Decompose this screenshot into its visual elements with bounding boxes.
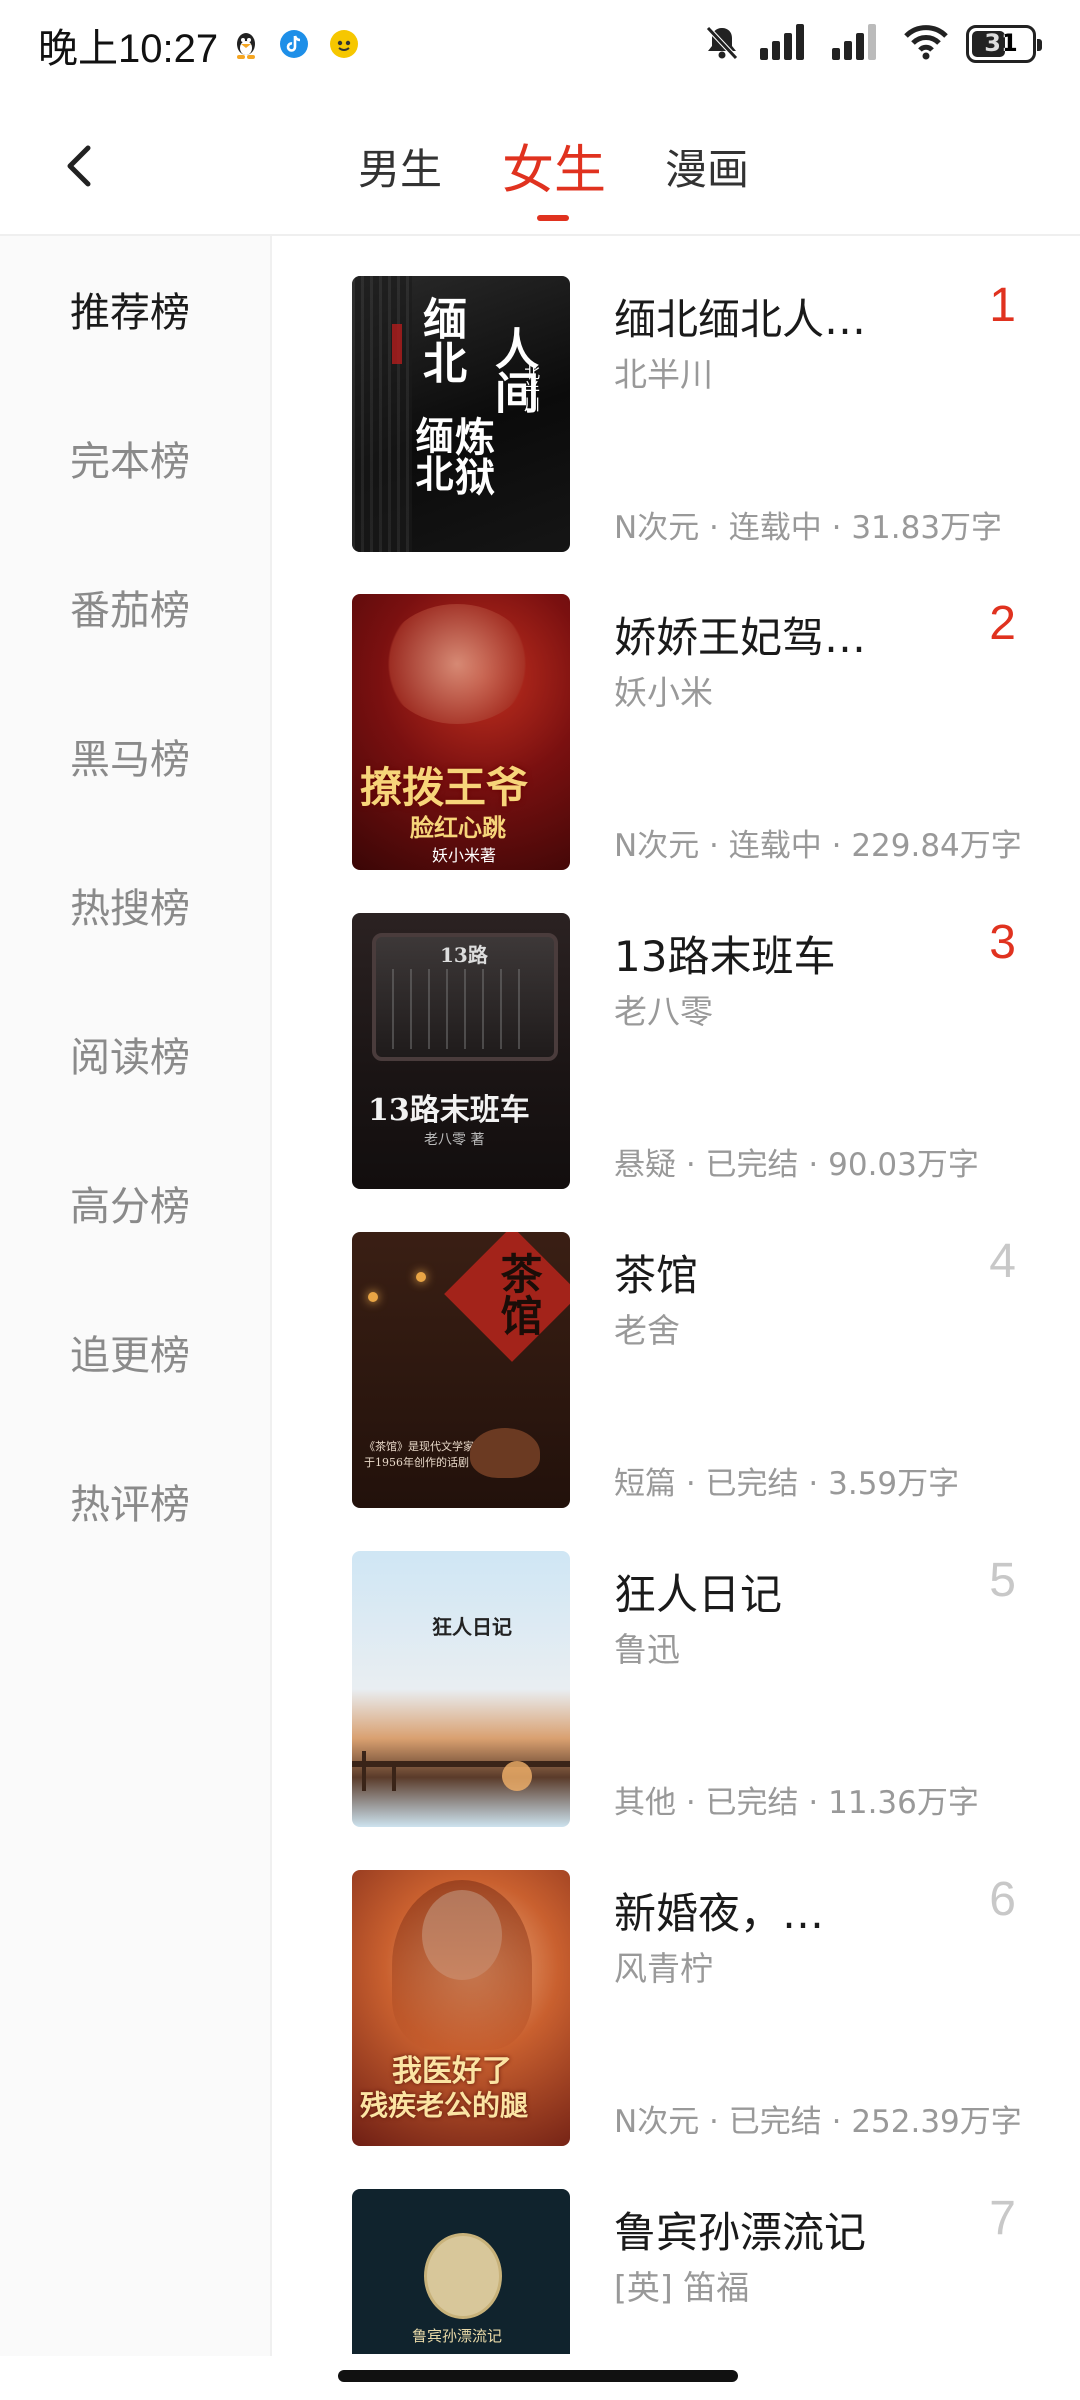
- book-cover[interactable]: 人间 缅北 炼狱 缅北 北半川: [352, 276, 570, 552]
- app-icon: [330, 30, 358, 58]
- cover-author: 妖小米著: [432, 846, 497, 865]
- home-indicator[interactable]: [338, 2370, 738, 2382]
- status-icons: 31: [702, 22, 1042, 66]
- list-item[interactable]: 撩拨王爷 脸红心跳 妖小米著 娇娇王妃驾… 妖小米 N次元 · 连载中 · 22…: [352, 594, 1052, 872]
- wifi-icon: [904, 24, 948, 64]
- rank-number: 5: [989, 1554, 1016, 1607]
- tab-female[interactable]: 女生: [502, 128, 606, 203]
- book-meta: N次元 · 连载中 · 229.84万字: [614, 828, 1022, 864]
- book-cover[interactable]: 鲁宾孙漂流记: [352, 2189, 570, 2354]
- signal-icon: [832, 24, 886, 64]
- book-cover[interactable]: 茶馆 《茶馆》是现代文学家老舍 于1956年创作的话剧: [352, 1232, 570, 1508]
- book-title[interactable]: 娇娇王妃驾…: [614, 604, 866, 665]
- cover-title: 鲁宾孙漂流记: [412, 2327, 503, 2345]
- signal-icon: [760, 24, 814, 64]
- battery-text: 31: [984, 29, 1018, 57]
- book-author: 老舍: [614, 1311, 680, 1350]
- book-author: 妖小米: [614, 673, 713, 712]
- book-meta: 其他 · 已完结 · 11.36万字: [614, 1785, 979, 1821]
- cover-author: 北半川: [521, 364, 540, 412]
- book-meta: 短篇 · 已完结 · 3.59万字: [614, 1466, 960, 1502]
- rank-number: 4: [989, 1235, 1016, 1288]
- list-item[interactable]: 13路 13路末班车 老八零 著 13路末班车 老八零 悬疑 · 已完结 · 9…: [352, 913, 1052, 1191]
- cover-route: 13路: [440, 943, 488, 967]
- sidebar-item-highscore[interactable]: 高分榜: [70, 1174, 190, 1232]
- list-item[interactable]: 茶馆 《茶馆》是现代文学家老舍 于1956年创作的话剧 茶馆 老舍 短篇 · 已…: [352, 1232, 1052, 1510]
- tiktok-icon: [280, 30, 308, 58]
- sidebar-item-darkhorse[interactable]: 黑马榜: [70, 727, 190, 785]
- status-bar: 晚上10:27 31: [0, 0, 1080, 88]
- book-meta: N次元 · 已完结 · 252.39万字: [614, 2104, 1022, 2140]
- book-author: 老八零: [614, 992, 713, 1031]
- sidebar-item-reading[interactable]: 阅读榜: [70, 1025, 190, 1083]
- book-author: 风青柠: [614, 1949, 713, 1988]
- list-item[interactable]: 人间 缅北 炼狱 缅北 北半川 缅北缅北人… 北半川 N次元 · 连载中 · 3…: [352, 276, 1052, 554]
- list-item[interactable]: 我医好了 残疾老公的腿 新婚夜，… 风青柠 N次元 · 已完结 · 252.39…: [352, 1870, 1052, 2148]
- cover-subtitle: 脸红心跳: [410, 813, 506, 842]
- top-nav: 男生 女生 漫画: [0, 100, 1080, 236]
- cover-author: 老八零 著: [424, 1132, 485, 1148]
- cover-blurb: 于1956年创作的话剧: [364, 1456, 469, 1469]
- cover-title: 缅北: [415, 296, 466, 384]
- book-title[interactable]: 鲁宾孙漂流记: [614, 2199, 866, 2260]
- book-meta: 悬疑 · 已完结 · 90.03万字: [614, 1147, 979, 1183]
- back-chevron-icon[interactable]: [54, 136, 114, 196]
- list-item[interactable]: 鲁宾孙漂流记 鲁宾孙漂流记 [英] 笛福 7: [352, 2189, 1052, 2354]
- cover-title: 撩拨王爷: [360, 763, 529, 812]
- sidebar-item-following[interactable]: 追更榜: [70, 1323, 190, 1381]
- book-author: 北半川: [614, 355, 713, 394]
- sidebar-item-completed[interactable]: 完本榜: [70, 429, 190, 487]
- tab-male[interactable]: 男生: [358, 136, 442, 197]
- book-title[interactable]: 缅北缅北人…: [614, 286, 866, 347]
- active-tab-indicator: [537, 215, 569, 221]
- rank-number: 2: [989, 597, 1016, 650]
- sidebar-item-recommend[interactable]: 推荐榜: [70, 280, 190, 338]
- battery-tip: [1037, 39, 1042, 51]
- sidebar-item-hotsearch[interactable]: 热搜榜: [70, 876, 190, 934]
- status-time: 晚上10:27: [38, 27, 219, 71]
- book-cover[interactable]: 我医好了 残疾老公的腿: [352, 1870, 570, 2146]
- book-title[interactable]: 13路末班车: [614, 923, 835, 984]
- book-author: [英] 笛福: [614, 2268, 750, 2307]
- rank-number: 1: [989, 279, 1016, 332]
- mute-icon: [702, 22, 742, 66]
- rank-number: 6: [989, 1873, 1016, 1926]
- sidebar-item-hotcomment[interactable]: 热评榜: [70, 1472, 190, 1530]
- battery-icon: 31: [966, 25, 1042, 63]
- cover-title: 茶馆: [494, 1252, 543, 1336]
- book-title[interactable]: 狂人日记: [614, 1561, 782, 1622]
- book-cover[interactable]: 狂人日记: [352, 1551, 570, 1827]
- rank-number: 7: [989, 2192, 1016, 2245]
- cover-subtitle: 残疾老公的腿: [360, 2089, 529, 2122]
- tab-comics[interactable]: 漫画: [665, 136, 749, 197]
- book-cover[interactable]: 13路 13路末班车 老八零 著: [352, 913, 570, 1189]
- book-author: 鲁迅: [614, 1630, 680, 1669]
- list-item[interactable]: 狂人日记 狂人日记 鲁迅 其他 · 已完结 · 11.36万字 5: [352, 1551, 1052, 1829]
- rank-number: 3: [989, 916, 1016, 969]
- book-meta: N次元 · 连载中 · 31.83万字: [614, 510, 1003, 546]
- book-title[interactable]: 茶馆: [614, 1242, 698, 1303]
- cover-title: 缅北: [409, 416, 454, 492]
- cover-title: 狂人日记: [432, 1615, 512, 1639]
- qq-icon: [232, 30, 260, 59]
- book-cover[interactable]: 撩拨王爷 脸红心跳 妖小米著: [352, 594, 570, 870]
- book-title[interactable]: 新婚夜，…: [614, 1880, 824, 1941]
- cover-title: 13路末班车: [368, 1093, 530, 1128]
- ranking-sidebar: 推荐榜 完本榜 番茄榜 黑马榜 热搜榜 阅读榜 高分榜 追更榜 热评榜: [0, 236, 272, 2356]
- sidebar-item-fanqie[interactable]: 番茄榜: [70, 578, 190, 636]
